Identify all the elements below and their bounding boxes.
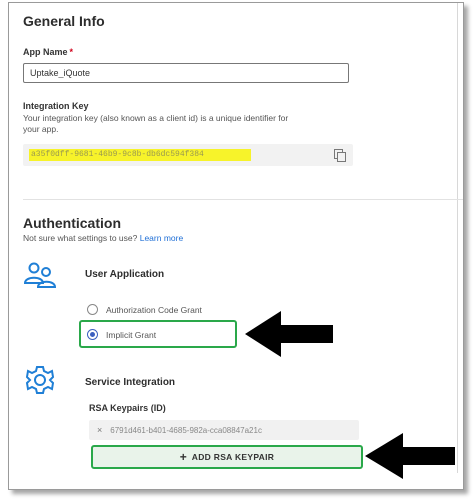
radio-label: Implicit Grant	[106, 329, 157, 340]
integration-key-help-line1: Your integration key (also known as a cl…	[23, 113, 289, 123]
copy-icon[interactable]	[332, 148, 346, 162]
app-settings-panel: General Info App Name* Integration Key Y…	[8, 2, 464, 490]
integration-key-field: a35f0dff-9681-46b9-9c8b-db6dc594f384	[23, 144, 353, 166]
learn-more-link[interactable]: Learn more	[140, 233, 183, 243]
integration-key-label: Integration Key	[23, 101, 89, 111]
radio-button[interactable]	[87, 329, 98, 340]
auth-help-text: Not sure what settings to use?	[23, 233, 138, 243]
add-rsa-keypair-label: ADD RSA KEYPAIR	[191, 452, 275, 462]
gear-icon	[25, 366, 55, 394]
scroll-edge	[457, 3, 458, 473]
rsa-keypairs-label: RSA Keypairs (ID)	[89, 403, 166, 413]
arrow-left-icon	[365, 433, 455, 479]
integration-key-value: a35f0dff-9681-46b9-9c8b-db6dc594f384	[29, 149, 251, 161]
auth-help: Not sure what settings to use? Learn mor…	[23, 233, 183, 244]
radio-implicit-grant[interactable]: Implicit Grant	[87, 329, 156, 340]
radio-authorization-code-grant[interactable]: Authorization Code Grant	[87, 304, 202, 315]
integration-key-help-line2: your app.	[23, 124, 59, 134]
app-name-input[interactable]	[23, 63, 349, 83]
service-integration-heading: Service Integration	[85, 377, 176, 388]
plus-icon: +	[179, 450, 187, 464]
remove-keypair-icon[interactable]: ×	[97, 425, 102, 435]
arrow-left-icon	[245, 311, 333, 357]
required-mark: *	[69, 47, 74, 57]
app-name-label-text: App Name	[23, 47, 68, 57]
app-name-label: App Name *	[23, 47, 73, 57]
radio-label: Authorization Code Grant	[106, 304, 202, 315]
radio-button[interactable]	[87, 304, 98, 315]
users-icon	[23, 262, 57, 288]
keypair-id: 6791d461-b401-4685-982a-cca08847a21c	[110, 425, 262, 435]
user-application-heading: User Application	[85, 269, 165, 280]
section-divider	[23, 199, 463, 200]
add-rsa-keypair-button[interactable]: + ADD RSA KEYPAIR	[91, 445, 363, 469]
authentication-heading: Authentication	[23, 215, 121, 231]
rsa-keypair-row: × 6791d461-b401-4685-982a-cca08847a21c	[89, 420, 359, 440]
general-info-heading: General Info	[23, 13, 105, 29]
